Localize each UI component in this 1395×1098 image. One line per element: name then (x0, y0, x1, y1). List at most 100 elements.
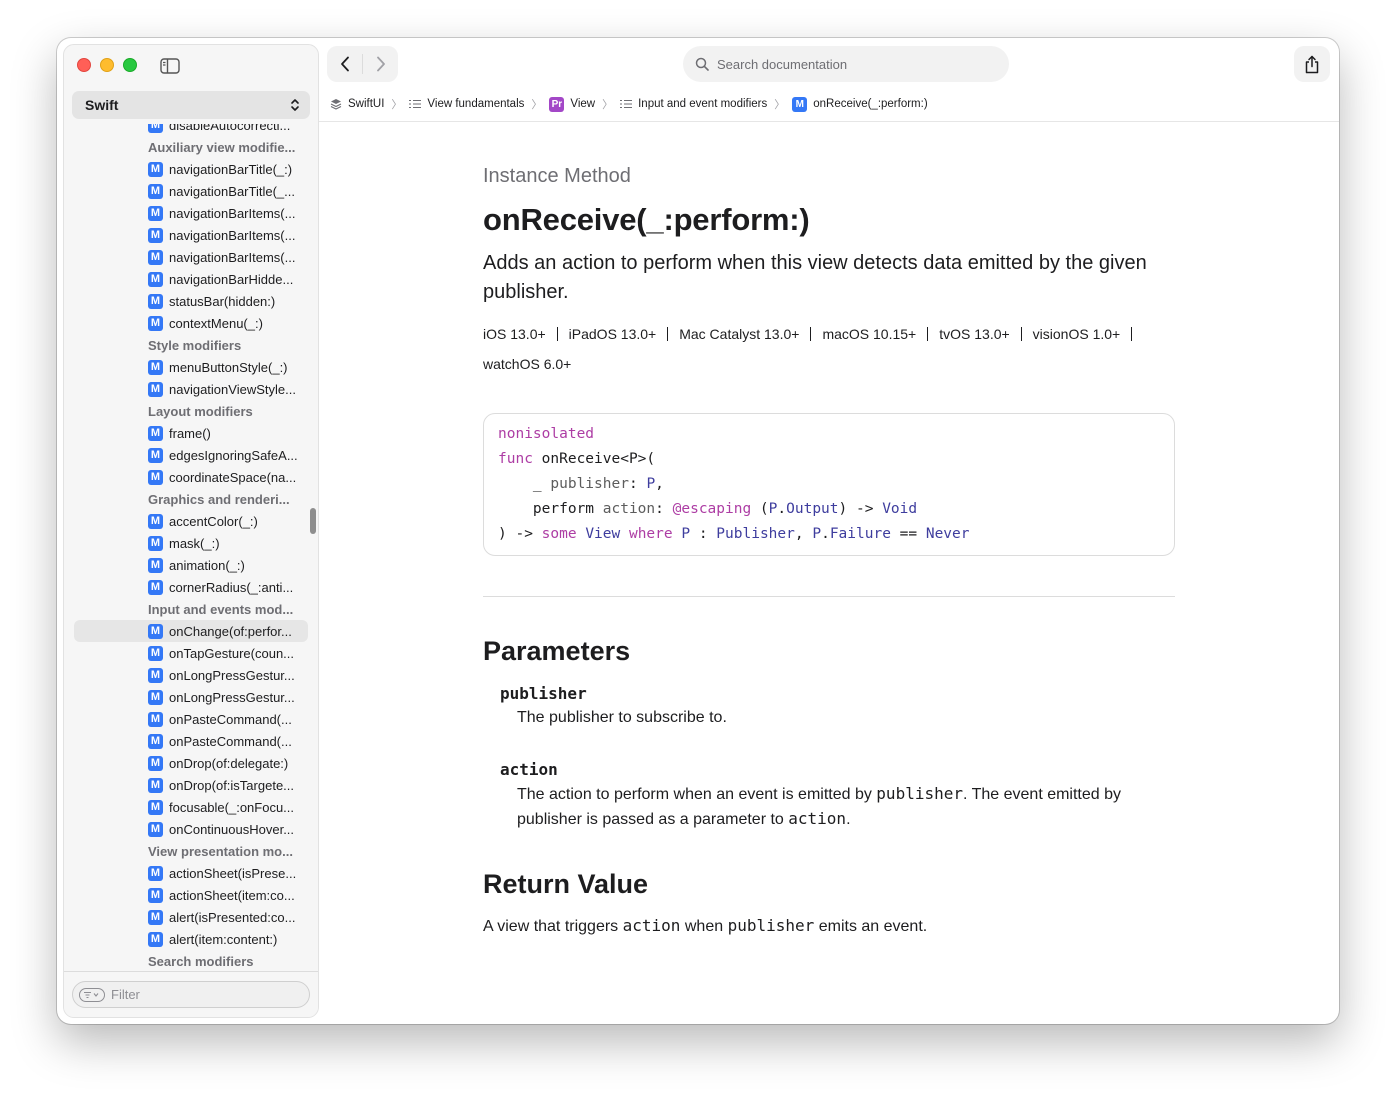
search-icon (695, 57, 709, 71)
sidebar-item[interactable]: MnavigationBarTitle(_:) (64, 158, 318, 180)
sidebar-item[interactable]: McontextMenu(_:) (64, 312, 318, 334)
parameters-heading: Parameters (483, 636, 631, 666)
sidebar-item[interactable]: MonPasteCommand(... (64, 730, 318, 752)
chevron-left-icon (340, 56, 349, 72)
close-window-button[interactable] (77, 58, 91, 72)
code-token: action (602, 501, 656, 517)
zoom-window-button[interactable] (123, 58, 137, 72)
code-token: ) -> (498, 526, 542, 542)
platform-separator (556, 327, 558, 341)
description-text: The action to perform when an event is e… (517, 786, 877, 803)
sidebar-item-label: Style modifiers (148, 337, 242, 353)
sidebar-item[interactable]: MmenuButtonStyle(_:) (64, 356, 318, 378)
sidebar-item[interactable]: MonLongPressGestur... (64, 664, 318, 686)
share-button[interactable] (1294, 46, 1330, 82)
sidebar-item[interactable]: Malert(item:content:) (64, 928, 318, 950)
method-badge-icon: M (148, 711, 163, 727)
code-token: Void (882, 501, 918, 517)
breadcrumb-item-view[interactable]: Pr View (549, 96, 595, 112)
method-badge-icon: M (148, 667, 163, 683)
sidebar-item[interactable]: Manimation(_:) (64, 554, 318, 576)
sidebar-item-label: Input and events mod... (148, 601, 294, 617)
code-token: where (628, 526, 673, 542)
sidebar-item[interactable]: Mfocusable(_:onFocu... (64, 796, 318, 818)
sidebar-group-header: Input and events mod... (64, 598, 318, 620)
sidebar-item-label: statusBar(hidden:) (169, 293, 276, 309)
sidebar-item[interactable]: MonPasteCommand(... (64, 708, 318, 730)
sidebar-item-label: Graphics and renderi... (148, 491, 290, 507)
platform-badge: tvOS 13.0+ (939, 326, 1010, 342)
sidebar-item[interactable]: MnavigationBarItems(... (64, 202, 318, 224)
sidebar-item[interactable]: MonDrop(of:isTargete... (64, 774, 318, 796)
code-token: func (498, 451, 533, 467)
method-badge-icon: M (148, 579, 163, 595)
parameter-description-text: The publisher to subscribe to. (517, 709, 727, 726)
sidebar-group-header: Graphics and renderi... (64, 488, 318, 510)
sidebar-item[interactable]: MonDrop(of:delegate:) (64, 752, 318, 774)
sidebar-item[interactable]: MactionSheet(item:co... (64, 884, 318, 906)
minimize-window-button[interactable] (100, 58, 114, 72)
breadcrumb-item-swiftui[interactable]: SwiftUI (330, 98, 384, 110)
sidebar-item[interactable]: McornerRadius(_:anti... (64, 576, 318, 598)
sidebar-item[interactable]: MedgesIgnoringSafeA... (64, 444, 318, 466)
sidebar-item[interactable]: MstatusBar(hidden:) (64, 290, 318, 312)
code-token: . (821, 526, 830, 542)
sidebar-scrollbar[interactable] (310, 508, 316, 534)
forward-button[interactable] (363, 46, 398, 82)
sidebar-item[interactable]: McoordinateSpace(na... (64, 466, 318, 488)
code-token: onReceive<P>( (532, 451, 656, 467)
method-badge-icon: M (148, 865, 163, 881)
sidebar-item[interactable]: MnavigationBarTitle(_... (64, 180, 318, 202)
sidebar-item-label: mask(_:) (169, 535, 220, 551)
sidebar-item[interactable]: MdisableAutocorrecti... (64, 124, 318, 136)
code-voice: action (788, 809, 847, 828)
language-selector[interactable]: Swift (72, 91, 310, 119)
breadcrumb-item-current[interactable]: M onReceive(_:perform:) (792, 96, 928, 112)
method-badge-icon: M (148, 755, 163, 771)
sidebar-item[interactable]: MonLongPressGestur... (64, 686, 318, 708)
sidebar-item[interactable]: Mframe() (64, 422, 318, 444)
sidebar-toggle-icon[interactable] (160, 58, 180, 74)
sidebar-item[interactable]: MonChange(of:perfor... (74, 620, 308, 642)
sidebar-item[interactable]: MnavigationViewStyle... (64, 378, 318, 400)
breadcrumb-item-input-and-event-modifiers[interactable]: Input and event modifiers (620, 98, 767, 110)
breadcrumb-separator: 〉 (774, 99, 786, 111)
search-input[interactable]: Search documentation (683, 46, 1009, 82)
description-text: emits an event. (814, 918, 928, 935)
method-badge-icon: M (148, 249, 163, 265)
back-button[interactable] (327, 46, 362, 82)
framework-icon (330, 98, 342, 110)
sidebar-item[interactable]: MnavigationBarItems(... (64, 246, 318, 268)
sidebar-item-label: Layout modifiers (148, 403, 253, 419)
sidebar-item[interactable]: MaccentColor(_:) (64, 510, 318, 532)
breadcrumb-item-view-fundamentals[interactable]: View fundamentals (409, 98, 524, 110)
sidebar-item[interactable]: Malert(isPresented:co... (64, 906, 318, 928)
sidebar-item-label: onLongPressGestur... (169, 667, 295, 683)
method-badge-icon: M (148, 271, 163, 287)
sidebar-item-label: actionSheet(isPrese... (169, 865, 297, 881)
sidebar-item[interactable]: MactionSheet(isPrese... (64, 862, 318, 884)
code-token: P (681, 526, 691, 542)
method-badge-icon: M (148, 799, 163, 815)
platform-availability: iOS 13.0+ iPadOS 13.0+ Mac Catalyst 13.0+ m… (483, 319, 1183, 379)
filter-icon[interactable] (79, 987, 105, 1002)
sidebar-item[interactable]: MnavigationBarHidde... (64, 268, 318, 290)
chevron-up-down-icon (291, 99, 299, 111)
breadcrumb-label: View fundamentals (427, 98, 525, 110)
sidebar-navigator[interactable]: MdisableAutocorrecti... Auxiliary view mo… (64, 124, 318, 974)
code-token: ) -> (838, 501, 883, 517)
list-icon (409, 99, 422, 109)
section-divider (483, 596, 1175, 597)
sidebar-item[interactable]: MonContinuousHover... (64, 818, 318, 840)
filter-input[interactable]: Filter (72, 981, 310, 1008)
sidebar-item[interactable]: MonTapGesture(coun... (64, 642, 318, 664)
history-buttons (327, 46, 398, 82)
sidebar-item-label: onChange(of:perfor... (169, 623, 292, 639)
platform-badge: Mac Catalyst 13.0+ (679, 326, 800, 342)
sidebar-item[interactable]: MnavigationBarItems(... (64, 224, 318, 246)
method-badge-icon: M (148, 161, 163, 177)
sidebar-item-label: navigationBarTitle(_... (169, 183, 295, 199)
parameter-description: The publisher to subscribe to. (517, 706, 1177, 730)
sidebar-item[interactable]: Mmask(_:) (64, 532, 318, 554)
code-token: View (585, 526, 621, 542)
